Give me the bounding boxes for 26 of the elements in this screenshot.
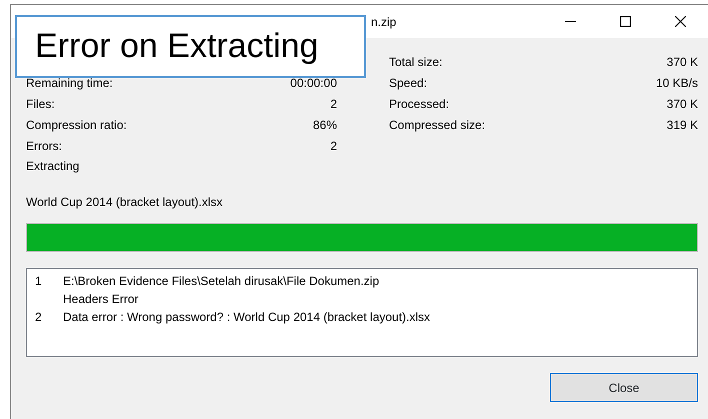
log-number: 1 (35, 274, 42, 288)
stat-value: 86% (312, 116, 337, 134)
stat-label: Speed: (389, 74, 428, 92)
stat-label: Files: (26, 96, 55, 112)
stat-value: 370 K (666, 54, 698, 70)
stat-label: Total size: (389, 54, 442, 70)
stat-label: Compressed size: (389, 116, 486, 134)
stat-label: Errors: (26, 138, 62, 154)
log-message: Data error : Wrong password? : World Cup 2014 (bracket layout).xlsx (63, 309, 430, 326)
log-number: 2 (35, 310, 42, 324)
stat-value: 319 K (666, 116, 698, 134)
stat-label: Processed: (389, 96, 450, 112)
status-text: Extracting (26, 158, 80, 174)
window-title: n.zip (371, 14, 398, 30)
stat-label: Compression ratio: (26, 116, 127, 134)
stat-value: 10 KB/s (656, 74, 698, 92)
log-message: Headers Error (63, 291, 138, 308)
log-message: E:\Broken Evidence Files\Setelah dirusak\File Dokumen.zip (63, 273, 380, 290)
stat-value: 2 (330, 96, 337, 112)
stat-value: 2 (330, 138, 337, 154)
stat-value: 370 K (666, 96, 698, 112)
close-icon[interactable] (675, 16, 686, 27)
maximize-icon[interactable] (620, 16, 631, 27)
file-name: World Cup 2014 (bracket layout).xlsx (26, 195, 223, 209)
close-button[interactable]: Close (550, 373, 698, 402)
callout-label: Error on Extracting (15, 15, 366, 78)
